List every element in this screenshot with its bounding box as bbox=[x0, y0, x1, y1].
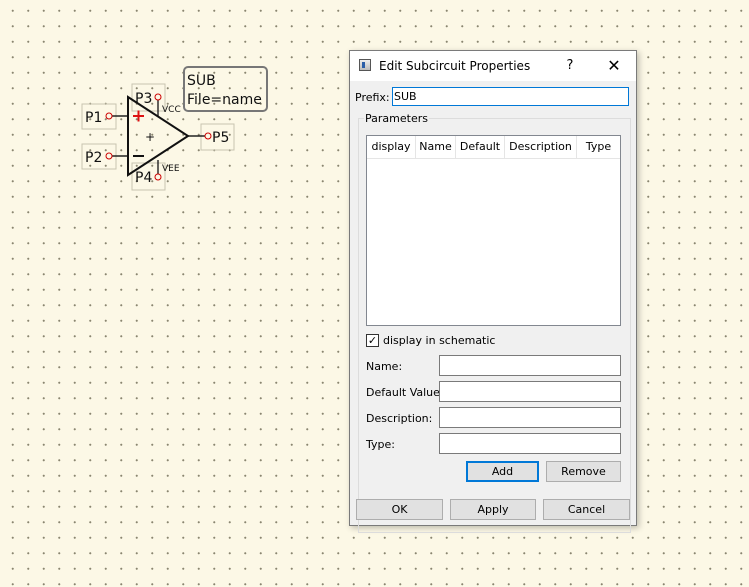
display-in-schematic-label[interactable]: display in schematic bbox=[383, 334, 495, 347]
pin-p2-label: P2 bbox=[85, 150, 102, 166]
default-value-label: Default Value: bbox=[366, 386, 444, 399]
dialog-titlebar[interactable]: Edit Subcircuit Properties ? ✕ bbox=[350, 51, 636, 81]
prefix-label: Prefix: bbox=[355, 91, 390, 104]
pin-p4-label: P4 bbox=[135, 170, 152, 186]
pin-p1-connector[interactable] bbox=[105, 112, 113, 120]
remove-button[interactable]: Remove bbox=[546, 461, 621, 482]
cancel-button[interactable]: Cancel bbox=[543, 499, 630, 520]
pin-p5-label: P5 bbox=[212, 130, 229, 146]
column-header-name[interactable]: Name bbox=[416, 136, 456, 158]
parameters-table-header: display Name Default Description Type bbox=[367, 136, 620, 159]
type-field[interactable] bbox=[439, 433, 621, 454]
prefix-input[interactable] bbox=[392, 87, 629, 106]
app-window-icon bbox=[359, 59, 371, 71]
parameters-table[interactable]: display Name Default Description Type bbox=[366, 135, 621, 326]
display-in-schematic-checkbox[interactable]: ✓ bbox=[366, 334, 379, 347]
parameters-group-label: Parameters bbox=[364, 112, 429, 125]
ok-button[interactable]: OK bbox=[356, 499, 443, 520]
pin-p1-label: P1 bbox=[85, 110, 102, 126]
close-icon[interactable]: ✕ bbox=[602, 57, 626, 75]
pin-p2-connector[interactable] bbox=[105, 152, 113, 160]
default-value-field[interactable] bbox=[439, 381, 621, 402]
sub-property-box[interactable]: SUB File=name bbox=[183, 66, 268, 112]
add-button[interactable]: Add bbox=[466, 461, 539, 482]
name-label: Name: bbox=[366, 360, 403, 373]
sub-prefix-text: SUB bbox=[187, 73, 216, 89]
vcc-label: VCC bbox=[162, 105, 181, 115]
pin-p3-connector[interactable] bbox=[154, 93, 162, 101]
name-field[interactable] bbox=[439, 355, 621, 376]
column-header-type[interactable]: Type bbox=[577, 136, 620, 158]
column-header-default[interactable]: Default bbox=[456, 136, 505, 158]
description-label: Description: bbox=[366, 412, 433, 425]
opamp-center-mark: + bbox=[145, 130, 155, 144]
column-header-display[interactable]: display bbox=[367, 136, 416, 158]
dialog-title: Edit Subcircuit Properties bbox=[379, 59, 531, 73]
vee-label: VEE bbox=[162, 164, 180, 174]
pin-p3-label: P3 bbox=[135, 91, 152, 107]
pin-p4-connector[interactable] bbox=[154, 173, 162, 181]
help-button[interactable]: ? bbox=[560, 57, 580, 75]
apply-button[interactable]: Apply bbox=[450, 499, 536, 520]
edit-subcircuit-dialog: Edit Subcircuit Properties ? ✕ Prefix: P… bbox=[349, 50, 637, 533]
column-header-description[interactable]: Description bbox=[505, 136, 577, 158]
type-label: Type: bbox=[366, 438, 395, 451]
sub-file-text: File=name bbox=[187, 92, 262, 108]
pin-p5-connector[interactable] bbox=[204, 132, 212, 140]
description-field[interactable] bbox=[439, 407, 621, 428]
